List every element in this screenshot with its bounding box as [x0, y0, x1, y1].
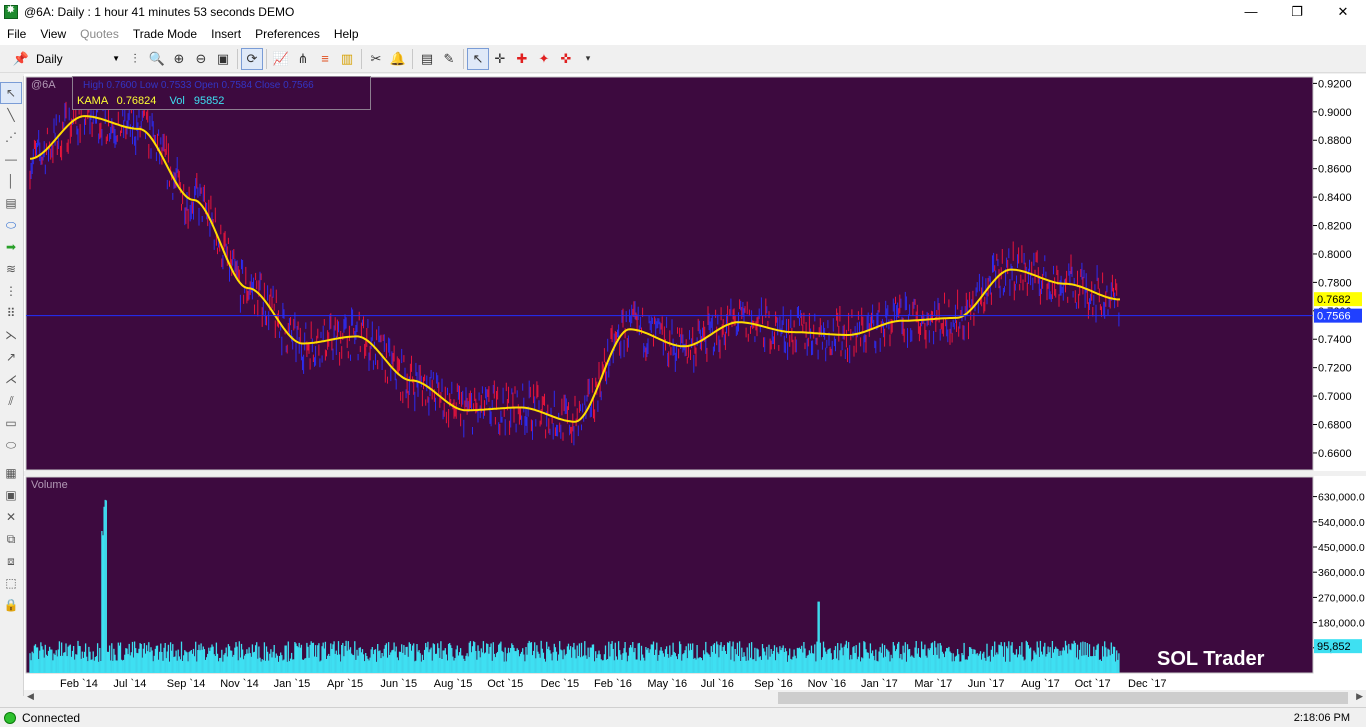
time-axis-label: Oct `17	[1075, 678, 1111, 690]
volume-axis-label: 630,000.0	[1318, 492, 1365, 504]
time-axis-label: Sep `14	[167, 678, 206, 690]
price-panel	[25, 76, 1314, 471]
horizontal-scrollbar[interactable]: ◀ ▶	[24, 690, 1366, 707]
volume-panel	[25, 476, 1314, 674]
time-axis-label: Feb `14	[60, 678, 98, 690]
volume-badge-text: 95,852	[1317, 641, 1351, 653]
ohlc-legend: High 0.7600 Low 0.7533 Open 0.7584 Close…	[83, 80, 314, 91]
connection-status: Connected	[22, 710, 81, 725]
price-axis-label: 0.7800	[1318, 277, 1352, 289]
time-axis-label: Dec `15	[541, 678, 580, 690]
time-axis-label: Feb `16	[594, 678, 632, 690]
kama-value: 0.76824	[116, 95, 157, 107]
time-axis-label: Jul `14	[113, 678, 146, 690]
price-axis-label: 0.9200	[1318, 78, 1352, 90]
volume-axis-label: 180,000.0	[1318, 618, 1365, 630]
price-axis-label: 0.8400	[1318, 192, 1352, 204]
vol-value: 95852	[193, 95, 225, 107]
volume-axis-label: 360,000.0	[1318, 567, 1365, 579]
time-axis-label: Mar `17	[914, 678, 952, 690]
symbol-label: @6A	[31, 79, 56, 91]
connection-status-icon	[4, 711, 16, 724]
price-axis-label: 0.8800	[1318, 135, 1352, 147]
watermark: SOL Trader	[1157, 648, 1265, 670]
kama-badge-text: 0.7682	[1317, 294, 1351, 306]
data-legend: High 0.7600 Low 0.7533 Open 0.7584 Close…	[72, 76, 371, 110]
time-axis-label: Apr `15	[327, 678, 363, 690]
time-axis-label: Nov `14	[220, 678, 259, 690]
price-axis-label: 0.8000	[1318, 249, 1352, 261]
time-axis-label: Nov `16	[808, 678, 847, 690]
vol-label: Vol	[169, 95, 185, 107]
time-axis-label: Sep `16	[754, 678, 793, 690]
time-axis-label: Jul `16	[701, 678, 734, 690]
time-axis-label: Jun `17	[968, 678, 1005, 690]
scroll-right-icon[interactable]: ▶	[1356, 691, 1363, 702]
volume-axis-label: 450,000.0	[1318, 542, 1365, 554]
time-axis-label: Oct `15	[487, 678, 523, 690]
price-axis-label: 0.7400	[1318, 334, 1352, 346]
price-axis-label: 0.9000	[1318, 107, 1352, 119]
price-axis-label: 0.8200	[1318, 221, 1352, 233]
status-time: 2:18:06 PM	[1293, 711, 1350, 724]
kama-label: KAMA	[77, 95, 108, 107]
scroll-thumb[interactable]	[778, 692, 1348, 704]
volume-axis-label: 540,000.0	[1318, 517, 1365, 529]
time-axis-label: Dec `17	[1128, 678, 1167, 690]
time-axis-label: Jan `17	[861, 678, 898, 690]
price-axis-label: 0.8600	[1318, 164, 1352, 176]
status-bar: Connected 2:18:06 PM	[0, 707, 1366, 727]
volume-panel-title: Volume	[31, 479, 68, 491]
price-axis-label: 0.6600	[1318, 448, 1352, 460]
price-badge-text: 0.7566	[1317, 311, 1351, 323]
price-axis-label: 0.7000	[1318, 391, 1352, 403]
time-axis-label: Aug `17	[1021, 678, 1060, 690]
time-axis-label: Aug `15	[434, 678, 473, 690]
panel-splitter	[24, 471, 1366, 476]
time-axis-label: Jan `15	[274, 678, 311, 690]
price-axis-label: 0.7200	[1318, 363, 1352, 375]
volume-axis-label: 270,000.0	[1318, 592, 1365, 604]
scroll-left-icon[interactable]: ◀	[27, 691, 34, 702]
time-axis-label: May `16	[647, 678, 687, 690]
time-axis-label: Jun `15	[380, 678, 417, 690]
price-axis-label: 0.6800	[1318, 420, 1352, 432]
